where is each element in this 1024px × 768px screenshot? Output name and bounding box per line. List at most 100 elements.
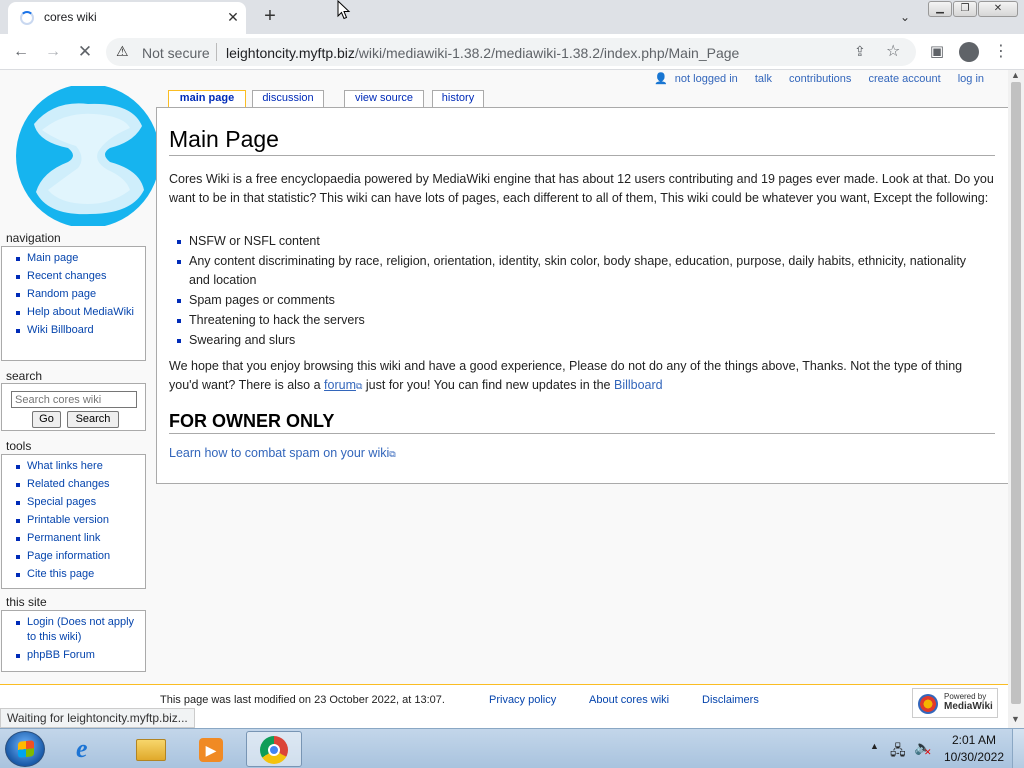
not-secure-label[interactable]: Not secure (142, 45, 210, 61)
url-text[interactable]: leightoncity.myftp.biz/wiki/mediawiki-1.… (226, 45, 739, 61)
mouse-cursor-icon (337, 0, 351, 20)
page-scrollbar[interactable]: ▲ ▼ (1008, 70, 1024, 728)
sidebar-item-help[interactable]: Help about MediaWiki (16, 305, 145, 320)
sidebar-item-recent-changes[interactable]: Recent changes (16, 269, 145, 284)
privacy-policy-link[interactable]: Privacy policy (489, 694, 556, 706)
share-icon[interactable]: ⇪ (854, 43, 866, 60)
show-desktop-button[interactable] (1012, 729, 1024, 768)
forum-link[interactable]: forum (324, 378, 356, 392)
search-input[interactable] (11, 391, 137, 408)
taskbar-chrome[interactable] (246, 731, 302, 767)
powered-by-mediawiki-badge[interactable]: Powered by MediaWiki (912, 688, 998, 718)
clock-time[interactable]: 2:01 AM (946, 733, 1002, 747)
browser-tab[interactable]: cores wiki ✕ (8, 2, 246, 34)
talk-link[interactable]: talk (755, 73, 772, 85)
media-player-icon: ▶ (199, 738, 223, 762)
chrome-icon (260, 736, 288, 764)
sidebar-item-permanent-link[interactable]: Permanent link (16, 531, 145, 546)
tab-main-page[interactable]: main page (168, 90, 246, 107)
rules-list: NSFW or NSFL content Any content discrim… (177, 232, 989, 351)
sidebar-item-random-page[interactable]: Random page (16, 287, 145, 302)
navigation-heading: navigation (6, 231, 61, 245)
url-separator (216, 43, 217, 61)
sidebar-item-page-information[interactable]: Page information (16, 549, 145, 564)
tools-portlet: What links here Related changes Special … (1, 454, 146, 589)
wiki-logo[interactable] (14, 86, 162, 226)
forward-button[interactable]: → (40, 39, 66, 65)
go-button[interactable]: Go (32, 411, 61, 428)
not-logged-in-link[interactable]: not logged in (675, 73, 738, 85)
scroll-up-icon[interactable]: ▲ (1011, 70, 1020, 80)
clock-date[interactable]: 10/30/2022 (942, 750, 1006, 764)
minimize-button[interactable]: ▁ (928, 1, 952, 17)
windows-logo-icon (18, 740, 34, 758)
restore-button[interactable]: ❐ (953, 1, 977, 17)
back-button[interactable]: ← (8, 39, 34, 65)
taskbar-media-player[interactable]: ▶ (184, 731, 240, 767)
this-site-heading: this site (6, 595, 47, 609)
close-window-button[interactable]: ✕ (978, 1, 1018, 17)
volume-muted-icon: ✕ (924, 747, 932, 757)
url-path: /wiki/mediawiki-1.38.2/mediawiki-1.38.2/… (354, 45, 740, 61)
sidebar-item-printable-version[interactable]: Printable version (16, 513, 145, 528)
tab-title: cores wiki (44, 10, 97, 24)
list-item: Spam pages or comments (177, 291, 989, 310)
about-link[interactable]: About cores wiki (589, 694, 669, 706)
closing-paragraph: We hope that you enjoy browsing this wik… (169, 357, 995, 396)
sidebar-item-main-page[interactable]: Main page (16, 251, 145, 266)
stop-loading-button[interactable]: ✕ (72, 39, 98, 65)
taskbar-internet-explorer[interactable]: e (62, 731, 118, 767)
menu-icon[interactable]: ⋮ (988, 39, 1014, 65)
powered-by-text: Powered by (944, 692, 987, 701)
profile-icon (959, 42, 979, 62)
list-item: Swearing and slurs (177, 331, 989, 350)
browser-toolbar: ← → ✕ ⚠ Not secure leightoncity.myftp.bi… (0, 34, 1024, 70)
mediawiki-text: MediaWiki (944, 701, 993, 712)
search-heading: search (6, 369, 43, 383)
url-domain: leightoncity.myftp.biz (226, 45, 355, 61)
contributions-link[interactable]: contributions (789, 73, 851, 85)
warning-icon[interactable]: ⚠ (116, 43, 129, 60)
wiki-page: 👤 not logged in talk contributions creat… (0, 70, 1008, 728)
tools-heading: tools (6, 439, 32, 453)
log-in-link[interactable]: log in (958, 73, 984, 85)
sidebar-item-billboard[interactable]: Wiki Billboard (16, 323, 145, 338)
address-bar[interactable]: ⚠ Not secure leightoncity.myftp.biz/wiki… (106, 38, 916, 66)
tab-history[interactable]: history (432, 90, 484, 107)
side-panel-icon[interactable]: ▣ (924, 39, 950, 65)
mediawiki-logo-icon (918, 694, 938, 714)
list-item: Any content discriminating by race, reli… (177, 252, 989, 290)
start-button[interactable] (5, 731, 45, 767)
folder-icon (136, 739, 166, 761)
scrollbar-thumb[interactable] (1011, 82, 1021, 704)
new-tab-button[interactable]: + (258, 3, 282, 29)
taskbar-file-explorer[interactable] (124, 731, 180, 767)
this-site-portlet: Login (Does not apply to this wiki) phpB… (1, 610, 146, 672)
scroll-down-icon[interactable]: ▼ (1011, 714, 1020, 724)
navigation-portlet: Main page Recent changes Random page Hel… (1, 246, 146, 361)
sidebar-item-related-changes[interactable]: Related changes (16, 477, 145, 492)
combat-spam-text: Learn how to combat spam on your wiki (169, 446, 390, 460)
search-button[interactable]: Search (67, 411, 119, 428)
profile-button[interactable] (956, 39, 982, 65)
disclaimers-link[interactable]: Disclaimers (702, 694, 759, 706)
combat-spam-link[interactable]: Learn how to combat spam on your wiki⧉ (169, 444, 995, 464)
billboard-link[interactable]: Billboard (614, 378, 663, 392)
sidebar-item-what-links-here[interactable]: What links here (16, 459, 145, 474)
sidebar-item-login[interactable]: Login (Does not apply to this wiki) (16, 615, 145, 645)
page-title: Main Page (169, 126, 995, 156)
create-account-link[interactable]: create account (868, 73, 940, 85)
tab-search-icon[interactable]: ⌄ (894, 6, 916, 28)
sidebar-item-cite-this-page[interactable]: Cite this page (16, 567, 145, 582)
star-icon[interactable]: ☆ (886, 41, 900, 61)
network-icon[interactable]: 🖧 (890, 740, 906, 764)
tab-view-source[interactable]: view source (344, 90, 424, 107)
sidebar-item-phpbb-forum[interactable]: phpBB Forum (16, 648, 145, 663)
sidebar-item-special-pages[interactable]: Special pages (16, 495, 145, 510)
browser-status-bar: Waiting for leightoncity.myftp.biz... (0, 708, 195, 728)
intro-paragraph: Cores Wiki is a free encyclopaedia power… (169, 172, 994, 205)
tab-discussion[interactable]: discussion (252, 90, 324, 107)
show-hidden-icons-icon[interactable]: ▲ (870, 741, 879, 751)
tab-close-icon[interactable]: ✕ (224, 7, 242, 27)
owner-section-heading: FOR OWNER ONLY (169, 411, 995, 434)
